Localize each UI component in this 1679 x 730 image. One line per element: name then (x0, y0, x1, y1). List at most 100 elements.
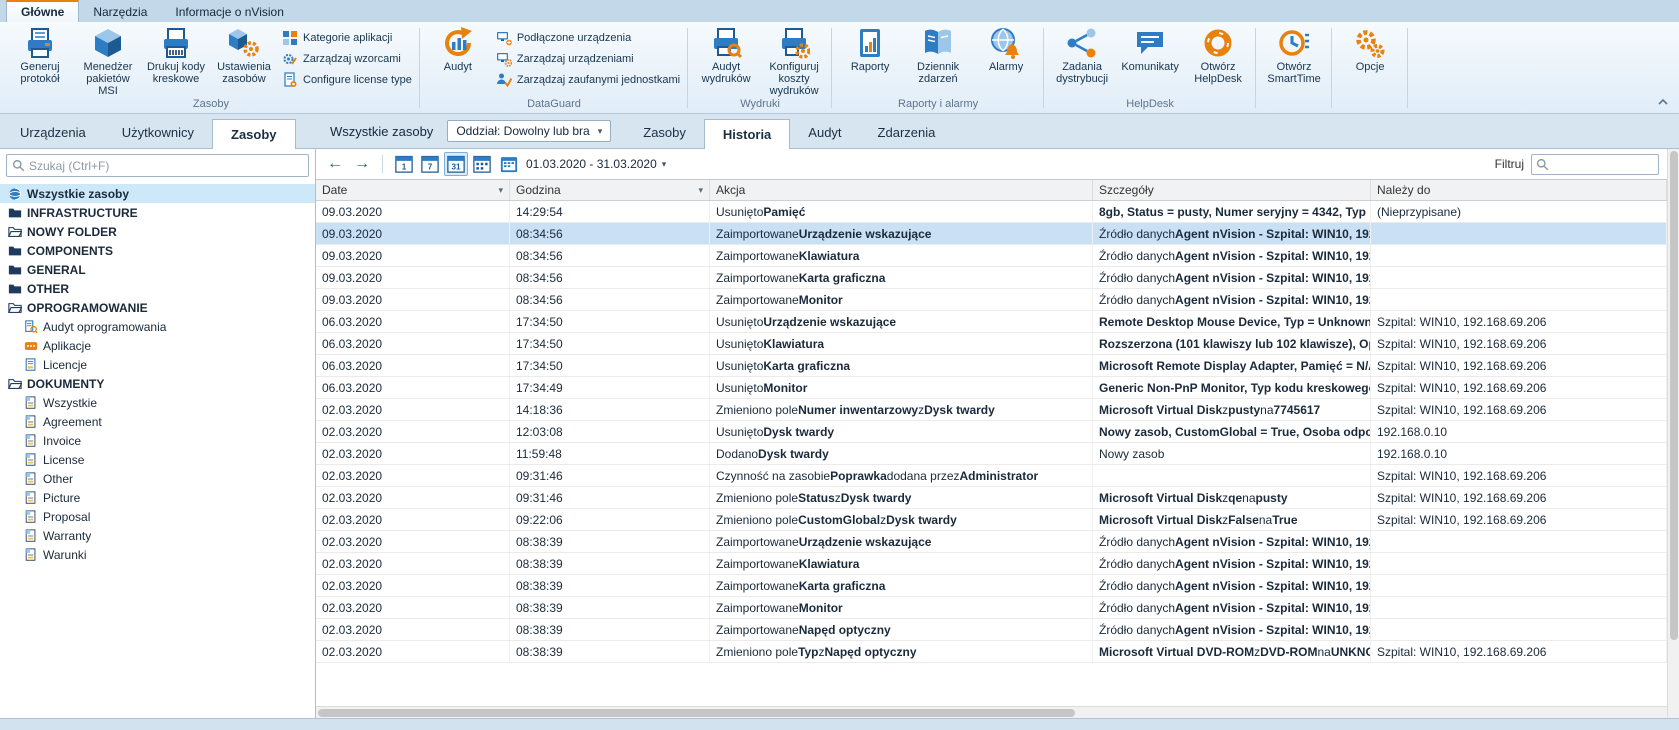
ribbon-button-ustawienia-zasob-w[interactable]: Ustawienia zasobów (210, 23, 278, 97)
subtab-zdarzenia[interactable]: Zdarzenia (860, 118, 954, 148)
table-row[interactable]: 02.03.202009:31:46Zmieniono pole Status … (316, 487, 1667, 509)
column-header-akcja[interactable]: Akcja (710, 180, 1093, 200)
table-row[interactable]: 02.03.202008:38:39Zaimportowane Karta gr… (316, 575, 1667, 597)
back-arrow-button[interactable]: ← (324, 155, 346, 173)
cell-action: Dodano Dysk twardy (710, 443, 1093, 464)
ribbon-tab-narz-dzia[interactable]: Narzędzia (79, 2, 161, 22)
calendar-month-button[interactable]: 31 (444, 152, 468, 176)
table-row[interactable]: 09.03.202008:34:56Zaimportowane Klawiatu… (316, 245, 1667, 267)
ribbon-button-zarz-dzaj-zaufanymi-jednostkami[interactable]: Zarządzaj zaufanymi jednostkami (496, 72, 680, 88)
tree-item-components[interactable]: COMPONENTS (0, 241, 315, 260)
ribbon-button-opcje[interactable]: Opcje (1336, 23, 1404, 97)
ribbon-button-zarz-dzaj-urz-dzeniami[interactable]: Zarządzaj urządzeniami (496, 51, 680, 67)
tree-item-invoice[interactable]: Invoice (0, 431, 315, 450)
table-row[interactable]: 02.03.202009:31:46Czynność na zasobie Po… (316, 465, 1667, 487)
tree-item-licencje[interactable]: Licencje (0, 355, 315, 374)
ribbon-button-label: Audyt (444, 61, 472, 73)
tree-item-other[interactable]: Other (0, 469, 315, 488)
table-row[interactable]: 09.03.202008:34:56Zaimportowane Karta gr… (316, 267, 1667, 289)
ribbon-button-drukuj-kody-kreskowe[interactable]: Drukuj kody kreskowe (142, 23, 210, 97)
tree-item-license[interactable]: License (0, 450, 315, 469)
column-header-nale-y-do[interactable]: Należy do (1371, 180, 1667, 200)
table-row[interactable]: 09.03.202014:29:54Usunięto Pamięć8gb, St… (316, 201, 1667, 223)
ribbon-button-komunikaty[interactable]: Komunikaty (1116, 23, 1184, 97)
ribbon-button-alarmy[interactable]: Alarmy (972, 23, 1040, 97)
ribbon-button-audyt-wydruk-w[interactable]: Audyt wydruków (692, 23, 760, 97)
ribbon-button-generuj-protok[interactable]: Generuj protokół (6, 23, 74, 97)
ribbon-tab-informacje-o-nvision[interactable]: Informacje o nVision (161, 2, 298, 22)
table-row[interactable]: 02.03.202014:18:36Zmieniono pole Numer i… (316, 399, 1667, 421)
tree-item-infrastructure[interactable]: INFRASTRUCTURE (0, 203, 315, 222)
table-row[interactable]: 06.03.202017:34:50Usunięto Urządzenie ws… (316, 311, 1667, 333)
tree-item-wszystkie[interactable]: Wszystkie (0, 393, 315, 412)
tree-item-audyt-oprogramowania[interactable]: Audyt oprogramowania (0, 317, 315, 336)
tab-u-ytkownicy[interactable]: Użytkownicy (104, 118, 212, 148)
vertical-scrollbar-thumb[interactable] (1670, 151, 1678, 640)
tree-item-proposal[interactable]: Proposal (0, 507, 315, 526)
tree-item-warranty[interactable]: Warranty (0, 526, 315, 545)
column-header-szczeg-y[interactable]: Szczegóły (1093, 180, 1371, 200)
calendar-week-button[interactable]: 7 (418, 152, 442, 176)
tree-item-oprogramowanie[interactable]: OPROGRAMOWANIE (0, 298, 315, 317)
table-row[interactable]: 02.03.202008:38:39Zaimportowane Urządzen… (316, 531, 1667, 553)
tree-item-warunki[interactable]: Warunki (0, 545, 315, 564)
calendar-custom-button[interactable] (470, 152, 494, 176)
column-filter-chevron-down-icon[interactable]: ▾ (694, 185, 703, 196)
table-row[interactable]: 09.03.202008:34:56Zaimportowane MonitorŹ… (316, 289, 1667, 311)
ribbon-button-configure-license-type[interactable]: Configure license type (282, 72, 412, 88)
column-header-date[interactable]: Date▾ (316, 180, 510, 200)
tab-urz-dzenia[interactable]: Urządzenia (2, 118, 104, 148)
ribbon-button-zarz-dzaj-wzorcami[interactable]: Zarządzaj wzorcami (282, 51, 412, 67)
ribbon-button-raporty[interactable]: Raporty (836, 23, 904, 97)
column-header-godzina[interactable]: Godzina▾ (510, 180, 710, 200)
ribbon-button-zadania-dystrybucji[interactable]: Zadania dystrybucji (1048, 23, 1116, 97)
tree-item-other[interactable]: OTHER (0, 279, 315, 298)
tree-item-wszystkie-zasoby[interactable]: Wszystkie zasoby (0, 184, 315, 203)
vertical-scrollbar[interactable] (1667, 149, 1679, 718)
ribbon-button-dziennik-zdarze[interactable]: Dziennik zdarzeń (904, 23, 972, 97)
table-row[interactable]: 09.03.202008:34:56Zaimportowane Urządzen… (316, 223, 1667, 245)
table-row[interactable]: 02.03.202008:38:39Zaimportowane Napęd op… (316, 619, 1667, 641)
ribbon-button-mened-er-pakiet-w-msi[interactable]: Menedżer pakietów MSI (74, 23, 142, 97)
forward-arrow-button[interactable]: → (351, 155, 373, 173)
tree-item-agreement[interactable]: Agreement (0, 412, 315, 431)
tree-item-aplikacje[interactable]: Aplikacje (0, 336, 315, 355)
date-range-selector[interactable]: 01.03.2020 - 31.03.2020 (526, 157, 657, 171)
filter-input[interactable] (1553, 157, 1654, 171)
ribbon-tab-g-wne[interactable]: Główne (6, 0, 79, 22)
table-row[interactable]: 02.03.202011:59:48Dodano Dysk twardyNowy… (316, 443, 1667, 465)
ribbon-button-konfiguruj-koszty-wydruk-w[interactable]: Konfiguruj koszty wydruków (760, 23, 828, 97)
ribbon-button-audyt[interactable]: Audyt (424, 23, 492, 97)
table-row[interactable]: 02.03.202012:03:08Usunięto Dysk twardyNo… (316, 421, 1667, 443)
ribbon-button-otw-rz-helpdesk[interactable]: Otwórz HelpDesk (1184, 23, 1252, 97)
ribbon-button-kategorie-aplikacji[interactable]: Kategorie aplikacji (282, 30, 412, 46)
table-row[interactable]: 02.03.202008:38:39Zaimportowane MonitorŹ… (316, 597, 1667, 619)
tab-zasoby[interactable]: Zasoby (212, 119, 296, 149)
table-row[interactable]: 06.03.202017:34:49Usunięto MonitorGeneri… (316, 377, 1667, 399)
table-row[interactable]: 06.03.202017:34:50Usunięto Karta graficz… (316, 355, 1667, 377)
table-row[interactable]: 02.03.202008:38:39Zaimportowane Klawiatu… (316, 553, 1667, 575)
ribbon-collapse-chevron[interactable] (1657, 95, 1669, 109)
horizontal-scrollbar[interactable] (316, 706, 1667, 718)
table-row[interactable]: 02.03.202009:22:06Zmieniono pole CustomG… (316, 509, 1667, 531)
tree-item-dokumenty[interactable]: DOKUMENTY (0, 374, 315, 393)
calendar-day-button[interactable]: 1 (392, 152, 416, 176)
subtab-audyt[interactable]: Audyt (790, 118, 859, 148)
search-input[interactable] (29, 159, 303, 173)
cell-action: Usunięto Dysk twardy (710, 421, 1093, 442)
date-range-chevron-down-icon[interactable]: ▾ (662, 159, 667, 170)
ribbon-button-pod-czone-urz-dzenia[interactable]: Podłączone urządzenia (496, 30, 680, 46)
branch-filter-dropdown[interactable]: Oddział: Dowolny lub bra ▾ (447, 120, 611, 142)
tree-item-general[interactable]: GENERAL (0, 260, 315, 279)
ribbon-group-wydruki: Audyt wydrukówKonfiguruj koszty wydruków… (688, 23, 832, 113)
tree-item-nowy-folder[interactable]: NOWY FOLDER (0, 222, 315, 241)
column-filter-chevron-down-icon[interactable]: ▾ (494, 185, 503, 196)
tree-item-picture[interactable]: Picture (0, 488, 315, 507)
table-row[interactable]: 02.03.202008:38:39Zmieniono pole Typ z N… (316, 641, 1667, 663)
ribbon-button-otw-rz-smarttime[interactable]: Otwórz SmartTime (1260, 23, 1328, 97)
table-row[interactable]: 06.03.202017:34:50Usunięto KlawiaturaRoz… (316, 333, 1667, 355)
subtab-historia[interactable]: Historia (704, 119, 790, 149)
subtab-zasoby[interactable]: Zasoby (625, 118, 704, 148)
horizontal-scrollbar-thumb[interactable] (318, 709, 1075, 717)
cell-belongs-to (1371, 267, 1667, 288)
